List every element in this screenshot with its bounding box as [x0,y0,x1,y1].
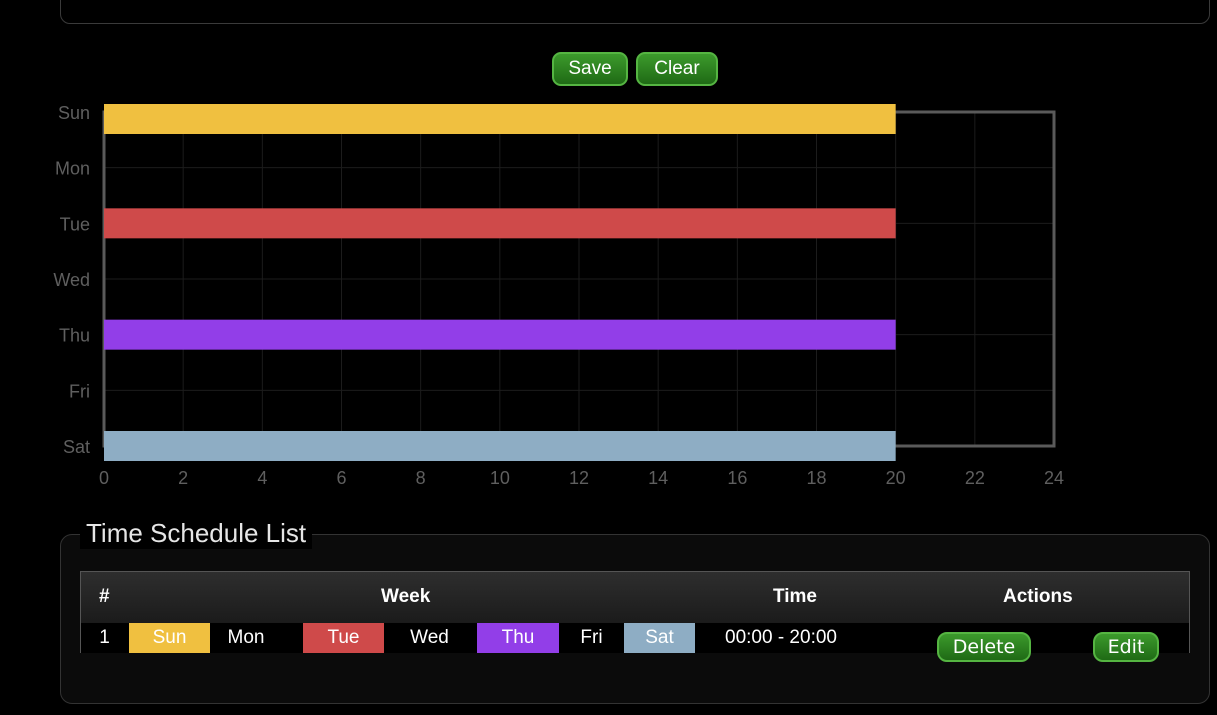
y-tick-label: Sun [58,103,90,123]
y-tick-label: Wed [53,270,90,290]
x-tick-label: 0 [99,468,109,488]
x-tick-label: 24 [1044,468,1064,488]
schedule-bar-tue [104,208,896,239]
day-cell-fri: Fri [580,627,603,648]
schedule-list-title: Time Schedule List [80,518,313,549]
y-tick-label: Tue [60,214,90,234]
schedule-bar-sun [104,104,896,134]
x-tick-label: 18 [806,468,826,488]
day-cell-sun: Sun [129,623,210,653]
day-cell-mon: Mon [227,627,265,648]
header-actions: Actions [1003,586,1073,607]
x-tick-label: 12 [569,468,589,488]
y-tick-label: Mon [55,159,90,179]
header-index: # [99,586,110,607]
y-tick-label: Thu [59,326,90,346]
y-tick-label: Fri [69,381,90,401]
day-cell-wed: Wed [410,627,449,648]
x-tick-label: 20 [886,468,906,488]
day-cell-tue: Tue [303,623,384,653]
weekly-schedule-chart: SunMonTueWedThuFriSat0 2 4 6 8 10 12 14 16 18 20 22… [53,103,1064,488]
x-tick-label: 8 [416,468,426,488]
edit-button[interactable]: Edit [1093,632,1159,662]
schedule-table-header: # Week Time Actions [81,572,1189,623]
day-cell-thu: Thu [477,623,559,653]
x-tick-label: 22 [965,468,985,488]
x-tick-label: 2 [178,468,188,488]
delete-button[interactable]: Delete [937,632,1031,662]
x-tick-label: 16 [727,468,747,488]
x-tick-label: 10 [490,468,510,488]
header-time: Time [773,586,818,607]
x-tick-label: 14 [648,468,668,488]
schedule-bar-thu [104,319,896,350]
row-index: 1 [99,627,110,648]
header-week: Week [381,586,431,607]
day-cell-sat: Sat [624,623,695,653]
schedule-bar-sat [104,431,896,461]
row-time: 00:00 - 20:00 [725,627,837,648]
x-tick-label: 4 [257,468,267,488]
x-tick-label: 6 [336,468,346,488]
schedule-table: # Week Time Actions 1 Sun Mon Tue Wed Th… [80,571,1190,662]
y-tick-label: Sat [63,437,90,457]
